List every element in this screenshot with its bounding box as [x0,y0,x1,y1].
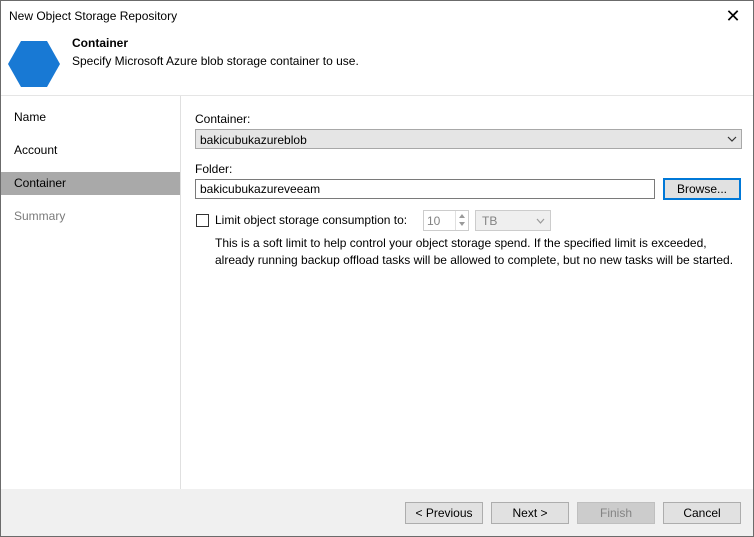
chevron-down-icon [536,218,545,224]
cancel-button[interactable]: Cancel [663,502,741,524]
arrow-up-icon [459,214,465,218]
next-button[interactable]: Next > [491,502,569,524]
wizard-footer: < Previous Next > Finish Cancel [1,489,753,536]
previous-button[interactable]: < Previous [405,502,483,524]
close-button[interactable]: ✕ [713,1,753,31]
help-text-line-1: This is a soft limit to help control you… [215,236,707,250]
window-title: New Object Storage Repository [9,9,178,23]
close-icon: ✕ [725,5,741,26]
arrow-down-icon [459,222,465,226]
limit-help-text: This is a soft limit to help control you… [215,235,745,269]
main-panel: Container: bakicubukazureblob Folder: Br… [181,96,753,489]
finish-button: Finish [577,502,655,524]
container-dropdown[interactable]: bakicubukazureblob [195,129,742,149]
help-text-line-2: already running backup offload tasks wil… [215,253,734,267]
sidebar-item-account[interactable]: Account [1,139,180,162]
limit-value-stepper: 10 [423,210,469,231]
limit-value: 10 [427,214,441,228]
sidebar-item-name[interactable]: Name [1,106,180,129]
browse-button[interactable]: Browse... [663,178,741,200]
dialog-window: New Object Storage Repository ✕ Containe… [0,0,754,537]
folder-label: Folder: [195,162,233,176]
wizard-steps-sidebar: Name Account Container Summary [1,96,181,489]
container-label: Container: [195,112,251,126]
step-description: Specify Microsoft Azure blob storage con… [72,54,359,68]
limit-storage-label[interactable]: Limit object storage consumption to: [215,213,407,227]
folder-input[interactable] [195,179,655,199]
limit-unit-value: TB [482,214,498,228]
stepper-arrows [455,211,468,230]
wizard-header: Container Specify Microsoft Azure blob s… [1,31,753,95]
limit-storage-checkbox[interactable] [196,214,209,227]
sidebar-item-summary: Summary [14,209,66,223]
sidebar-item-container[interactable]: Container [1,172,180,195]
title-bar: New Object Storage Repository ✕ [1,1,753,31]
container-dropdown-value: bakicubukazureblob [200,133,307,147]
blue-hexagon-icon [8,41,60,87]
limit-unit-dropdown: TB [475,210,551,231]
chevron-down-icon [727,136,737,142]
step-title: Container [72,36,129,50]
